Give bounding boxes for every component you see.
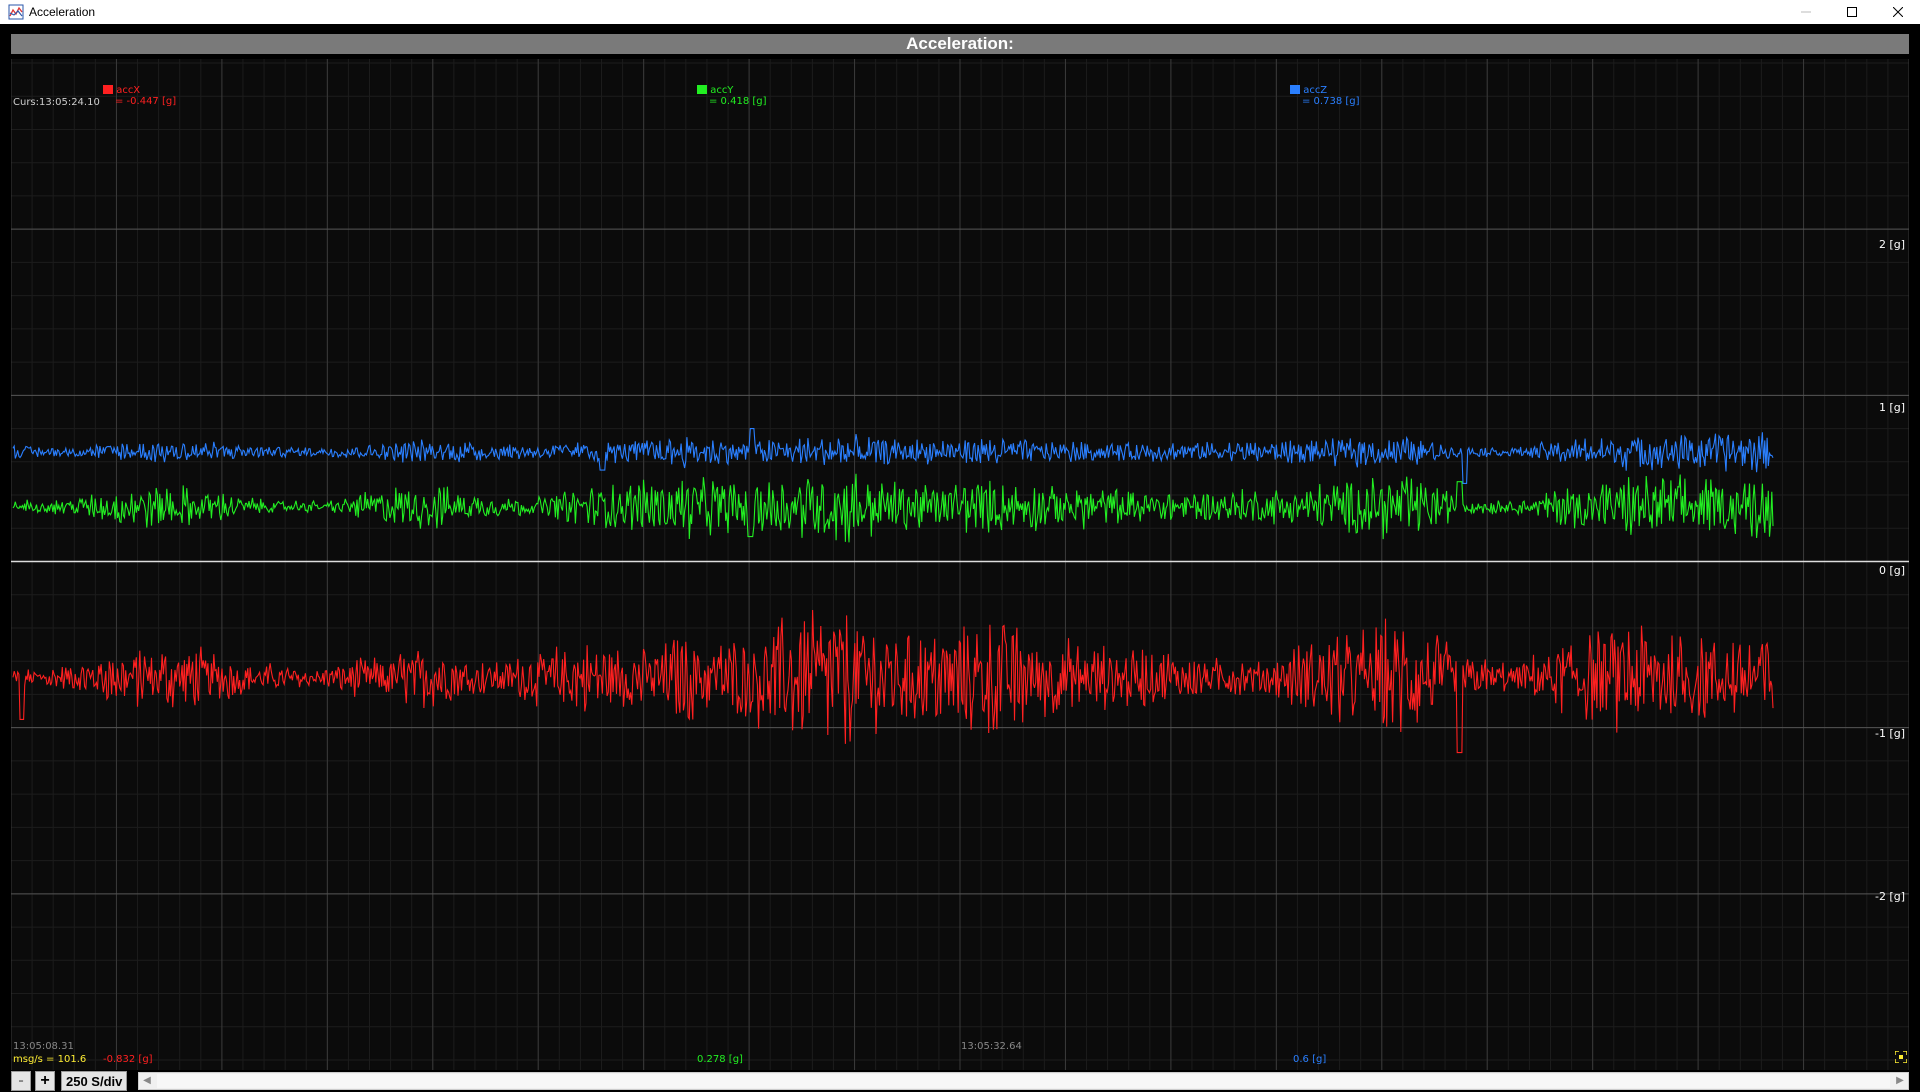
fit-to-screen-icon[interactable] xyxy=(1895,1051,1907,1063)
bottom-toolbar: - + 250 S/div ◀ ▶ xyxy=(11,1070,1909,1092)
legend-accy[interactable]: accY = 0.418 [g] xyxy=(697,85,767,107)
plot-area[interactable]: Curs:13:05:24.10 accX = -0.447 [g] accY … xyxy=(11,59,1909,1070)
series-line-accy xyxy=(12,473,1774,543)
maximize-button[interactable] xyxy=(1829,0,1875,24)
y-tick-label: -2 [g] xyxy=(1874,890,1905,903)
scroll-left-icon[interactable]: ◀ xyxy=(139,1073,155,1089)
close-button[interactable] xyxy=(1875,0,1920,24)
scroll-right-icon[interactable]: ▶ xyxy=(1892,1073,1908,1089)
maximize-icon xyxy=(1847,7,1857,17)
y-tick-label: 1 [g] xyxy=(1878,401,1905,414)
y-tick-label: -1 [g] xyxy=(1874,727,1905,740)
window-title: Acceleration xyxy=(29,5,96,19)
time-mid-label: 13:05:32.64 xyxy=(961,1041,1022,1052)
minimize-icon xyxy=(1801,11,1811,13)
samples-per-div-label[interactable]: 250 S/div xyxy=(61,1071,128,1091)
legend-accz[interactable]: accZ = 0.738 [g] xyxy=(1290,85,1360,107)
legend-swatch xyxy=(1290,85,1300,94)
app-body: Acceleration: Curs:13:05:24.10 accX = -0… xyxy=(0,24,1920,1092)
legend-name: accX xyxy=(116,85,141,96)
minimize-button[interactable] xyxy=(1783,0,1829,24)
plot-header: Acceleration: xyxy=(11,34,1909,54)
legend-value: = 0.738 [g] xyxy=(1302,96,1360,107)
series-line-accx xyxy=(12,609,1774,754)
cursor-readout: Curs:13:05:24.10 xyxy=(13,97,100,108)
accy-min-label: 0.278 [g] xyxy=(697,1054,743,1065)
y-tick-label: 0 [g] xyxy=(1878,564,1905,577)
time-start-label: 13:05:08.31 xyxy=(13,1041,74,1052)
legend-value: = -0.447 [g] xyxy=(115,96,177,107)
time-scrollbar[interactable]: ◀ ▶ xyxy=(138,1072,1909,1090)
zoom-in-button[interactable]: + xyxy=(35,1071,55,1091)
title-bar: Acceleration xyxy=(0,0,1920,24)
scroll-thumb[interactable] xyxy=(157,1074,1890,1088)
close-icon xyxy=(1893,7,1903,17)
accx-min-label: -0.832 [g] xyxy=(103,1054,153,1065)
y-tick-label: 2 [g] xyxy=(1878,238,1905,251)
legend-accx[interactable]: accX = -0.447 [g] xyxy=(103,85,176,107)
legend-swatch xyxy=(103,85,113,94)
legend-name: accZ xyxy=(1303,85,1328,96)
series-line-accz xyxy=(12,428,1774,484)
acceleration-chart[interactable] xyxy=(11,59,1909,1070)
msg-rate: msg/s = 101.6 xyxy=(13,1054,87,1065)
legend-name: accY xyxy=(710,85,734,96)
accz-min-label: 0.6 [g] xyxy=(1293,1054,1327,1065)
zoom-out-button[interactable]: - xyxy=(11,1071,31,1091)
legend-swatch xyxy=(697,85,707,94)
chart-app-icon xyxy=(8,4,24,20)
legend-value: = 0.418 [g] xyxy=(709,96,767,107)
